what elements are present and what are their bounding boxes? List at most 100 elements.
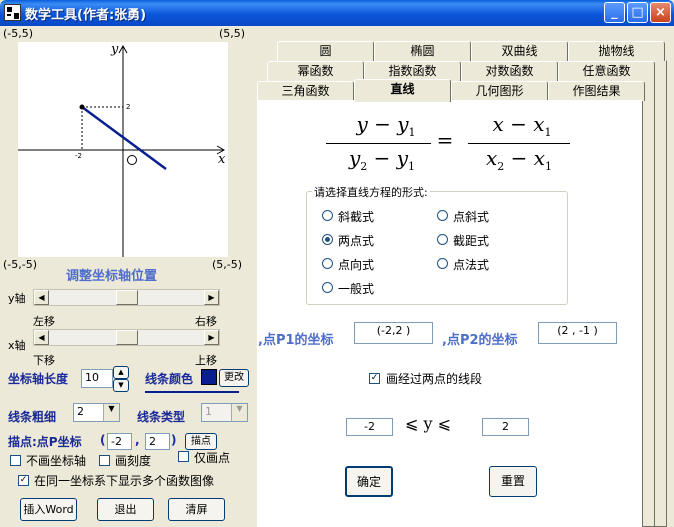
p2-label: ,点P2的坐标 [442, 333, 518, 348]
radio-point-normal[interactable] [437, 258, 448, 269]
line-type-select[interactable]: 1 ▼ [201, 403, 248, 422]
app-icon [4, 4, 21, 21]
plot-point-button[interactable]: 描点 [185, 433, 217, 450]
radio-intercept[interactable] [437, 234, 448, 245]
range-inequality: ⩽ y ⩽ [405, 414, 452, 433]
up-move-label: 上移 [195, 354, 217, 367]
line-color-preview [145, 391, 239, 393]
tab-plot-result[interactable]: 作图结果 [548, 81, 645, 101]
graph-canvas[interactable]: y x -2 2 [18, 42, 228, 257]
scroll-left-arrow-icon[interactable]: ◀ [34, 330, 49, 345]
segment-checkbox-label: 画经过两点的线段 [386, 372, 483, 386]
draw-ticks-checkbox[interactable] [99, 455, 110, 466]
title-bar[interactable]: 数学工具(作者:张勇) _ □ × [0, 0, 674, 26]
tab-arbitrary-function[interactable]: 任意函数 [558, 61, 655, 81]
x-axis-scrollbar[interactable]: ◀ ▶ [33, 329, 220, 346]
radio-point-direction-label: 点向式 [338, 258, 375, 272]
comma-text: , [135, 433, 140, 447]
radio-slope-intercept-label: 斜截式 [338, 210, 375, 224]
tab-power-function[interactable]: 幂函数 [267, 61, 364, 81]
change-color-button[interactable]: 更改 [219, 369, 249, 387]
spin-up-icon[interactable]: ▲ [113, 366, 129, 379]
scroll-right-arrow-icon[interactable]: ▶ [204, 290, 219, 305]
plotted-line-segment [81, 105, 167, 171]
main-window: 数学工具(作者:张勇) _ □ × (-5,5) (5,5) y x -2 2 … [0, 0, 674, 527]
range-max-input[interactable]: 2 [482, 418, 529, 436]
y-axis-scrollbar[interactable]: ◀ ▶ [33, 289, 220, 306]
scroll-thumb[interactable] [116, 330, 138, 345]
tab-trig-function[interactable]: 三角函数 [257, 81, 354, 101]
tab-parabola[interactable]: 抛物线 [568, 41, 665, 61]
spin-down-icon[interactable]: ▼ [113, 379, 129, 392]
formula-equals: = [436, 128, 454, 152]
ok-button[interactable]: 确定 [345, 466, 393, 497]
points-only-checkbox[interactable] [178, 451, 189, 462]
x-axis-scroll-label: x轴 [8, 339, 26, 352]
tab-geometry[interactable]: 几何图形 [451, 81, 548, 101]
axis-length-input[interactable]: 10 [81, 369, 113, 388]
draw-ticks-label: 画刻度 [115, 454, 152, 468]
points-only-label: 仅画点 [194, 451, 231, 465]
line-color-swatch [201, 369, 217, 385]
radio-two-point[interactable] [322, 234, 333, 245]
close-paren-text: ) [171, 433, 177, 447]
radio-point-slope[interactable] [437, 210, 448, 221]
window-title: 数学工具(作者:张勇) [25, 8, 147, 23]
range-min-input[interactable]: -2 [346, 418, 393, 436]
tick-x-label: -2 [75, 152, 82, 160]
no-axes-checkbox[interactable] [10, 455, 21, 466]
down-move-label: 下移 [33, 354, 55, 367]
formula-numerator-left: y − y1 [356, 112, 416, 139]
minimize-button[interactable]: _ [604, 2, 625, 23]
close-button[interactable]: × [650, 2, 671, 23]
two-point-formula: y − y1 y2 − y1 = x − x1 x2 − x1 [322, 108, 572, 180]
y-axis-label: y [111, 42, 119, 57]
tab-exponential-function[interactable]: 指数函数 [364, 61, 461, 81]
fraction-bar-left [326, 143, 431, 144]
p2-input[interactable]: (2 , -1 ) [538, 322, 617, 344]
point-x-input[interactable]: -2 [107, 433, 132, 450]
radio-general[interactable] [322, 282, 333, 293]
tab-circle[interactable]: 圆 [277, 41, 374, 61]
origin-marker [127, 155, 137, 165]
p1-input[interactable]: (-2,2 ) [354, 322, 433, 344]
axis-length-spinner[interactable]: ▲ ▼ [113, 366, 129, 392]
multi-graph-label: 在同一坐标系下显示多个函数图像 [34, 474, 215, 488]
line-type-value: 1 [205, 405, 212, 418]
x-axis [18, 145, 226, 155]
corner-bottom-left: (-5,-5) [3, 258, 38, 271]
maximize-button[interactable]: □ [627, 2, 648, 23]
line-type-label: 线条类型 [137, 410, 186, 424]
plot-point-label: 描点:点P坐标 [8, 435, 82, 449]
chevron-down-icon[interactable]: ▼ [231, 404, 247, 421]
line-width-select[interactable]: 2 ▼ [73, 403, 120, 422]
left-move-label: 左移 [33, 315, 55, 328]
reset-button[interactable]: 重置 [489, 466, 537, 497]
formula-denominator-right: x2 − x1 [485, 146, 553, 173]
scroll-right-arrow-icon[interactable]: ▶ [204, 330, 219, 345]
chevron-down-icon[interactable]: ▼ [103, 404, 119, 421]
radio-point-slope-label: 点斜式 [453, 210, 490, 224]
active-tab-joint [355, 100, 450, 102]
point-y-input[interactable]: 2 [145, 433, 170, 450]
formula-denominator-left: y2 − y1 [348, 146, 416, 173]
axis-length-label: 坐标轴长度 [8, 372, 69, 386]
line-width-label: 线条粗细 [8, 410, 57, 424]
line-width-value: 2 [77, 405, 84, 418]
p1-label: ,点P1的坐标 [258, 333, 334, 348]
scroll-left-arrow-icon[interactable]: ◀ [34, 290, 49, 305]
tab-ellipse[interactable]: 椭圆 [374, 41, 471, 61]
tab-hyperbola[interactable]: 双曲线 [471, 41, 568, 61]
tab-logarithmic-function[interactable]: 对数函数 [461, 61, 558, 81]
insert-word-button[interactable]: 插入Word [20, 498, 77, 521]
no-axes-label: 不画坐标轴 [26, 454, 87, 468]
tab-line[interactable]: 直线 [354, 79, 451, 102]
y-axis-scroll-label: y轴 [8, 292, 26, 305]
scroll-thumb[interactable] [116, 290, 138, 305]
radio-point-direction[interactable] [322, 258, 333, 269]
segment-checkbox[interactable]: ✓ [369, 373, 380, 384]
exit-button[interactable]: 退出 [97, 498, 154, 521]
radio-slope-intercept[interactable] [322, 210, 333, 221]
clear-screen-button[interactable]: 清屏 [168, 498, 225, 521]
multi-graph-checkbox[interactable]: ✓ [18, 475, 29, 486]
